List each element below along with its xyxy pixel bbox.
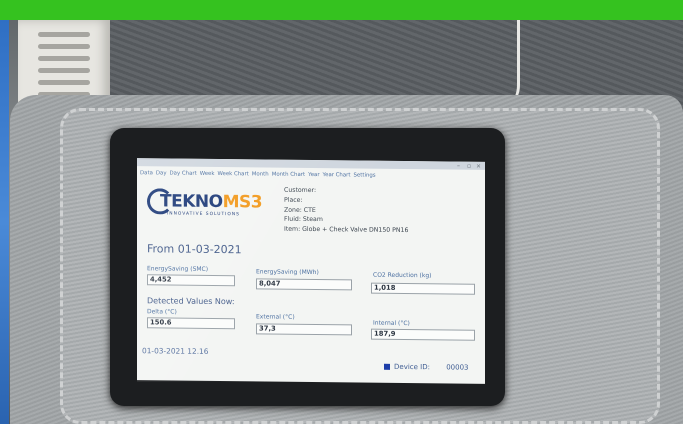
co2-reduction-field: 1,018 [371, 282, 475, 295]
sensor-vent [38, 56, 90, 61]
logo-main: TEKNO [160, 191, 223, 213]
from-date-heading: From 01-03-2021 [147, 242, 242, 257]
menu-settings[interactable]: Settings [354, 170, 376, 180]
device-id-value: 00003 [446, 363, 469, 372]
logo-wordmark: TEKNOMS3 [160, 191, 262, 212]
logo-accent: MS3 [222, 192, 263, 213]
green-banner [0, 0, 683, 20]
energy-smc-label: EnergySaving (SMC) [147, 265, 209, 273]
logo-tagline: INNOVATIVE SOLUTIONS [167, 211, 240, 218]
menu-year[interactable]: Year [308, 170, 319, 180]
sensor-vent [38, 68, 90, 73]
co2-reduction-label: CO2 Reduction (kg) [373, 271, 432, 280]
sensor-vent [38, 32, 90, 37]
device-screen: – ▫ × Data Day Day Chart Week Week Chart… [137, 158, 485, 384]
item-line: Item: Globe + Check Valve DN150 PN16 [284, 225, 409, 235]
teknoms3-logo: TEKNOMS3 INNOVATIVE SOLUTIONS [147, 186, 262, 219]
close-icon[interactable]: × [476, 163, 481, 170]
menu-day[interactable]: Day [156, 168, 167, 178]
customer-line: Customer: [284, 186, 317, 195]
menu-week-chart[interactable]: Week Chart [217, 169, 248, 179]
maximize-icon[interactable]: ▫ [467, 163, 471, 170]
external-label: External (°C) [256, 313, 295, 321]
internal-label: Internal (°C) [373, 319, 410, 328]
menu-month[interactable]: Month [252, 169, 269, 179]
menu-week[interactable]: Week [200, 169, 215, 179]
menu-bar: Data Day Day Chart Week Week Chart Month… [137, 168, 485, 182]
external-field: 37,3 [256, 323, 352, 336]
timestamp: 01-03-2021 12.16 [142, 346, 209, 356]
device-id-label: Device ID: [394, 362, 430, 372]
delta-field: 150.6 [147, 317, 235, 330]
photo-scene: – ▫ × Data Day Day Chart Week Week Chart… [0, 0, 683, 424]
minimize-icon[interactable]: – [457, 163, 460, 170]
menu-month-chart[interactable]: Month Chart [272, 170, 305, 180]
energy-mwh-label: EnergySaving (MWh) [256, 268, 319, 277]
menu-day-chart[interactable]: Day Chart [170, 169, 197, 179]
blue-edge [0, 20, 9, 424]
sensor-vent [38, 80, 90, 85]
energy-smc-field: 4,452 [147, 274, 235, 287]
menu-year-chart[interactable]: Year Chart [323, 170, 351, 180]
delta-label: Delta (°C) [147, 308, 177, 316]
energy-mwh-field: 8,047 [256, 278, 352, 291]
detected-values-heading: Detected Values Now: [147, 296, 235, 307]
internal-field: 187,9 [371, 328, 475, 341]
sensor-vent [38, 44, 90, 49]
installation-info: Customer: Place: Zone: CTE Fluid: Steam … [284, 186, 408, 236]
menu-data[interactable]: Data [140, 168, 153, 178]
device-id: Device ID: 00003 [384, 363, 469, 372]
